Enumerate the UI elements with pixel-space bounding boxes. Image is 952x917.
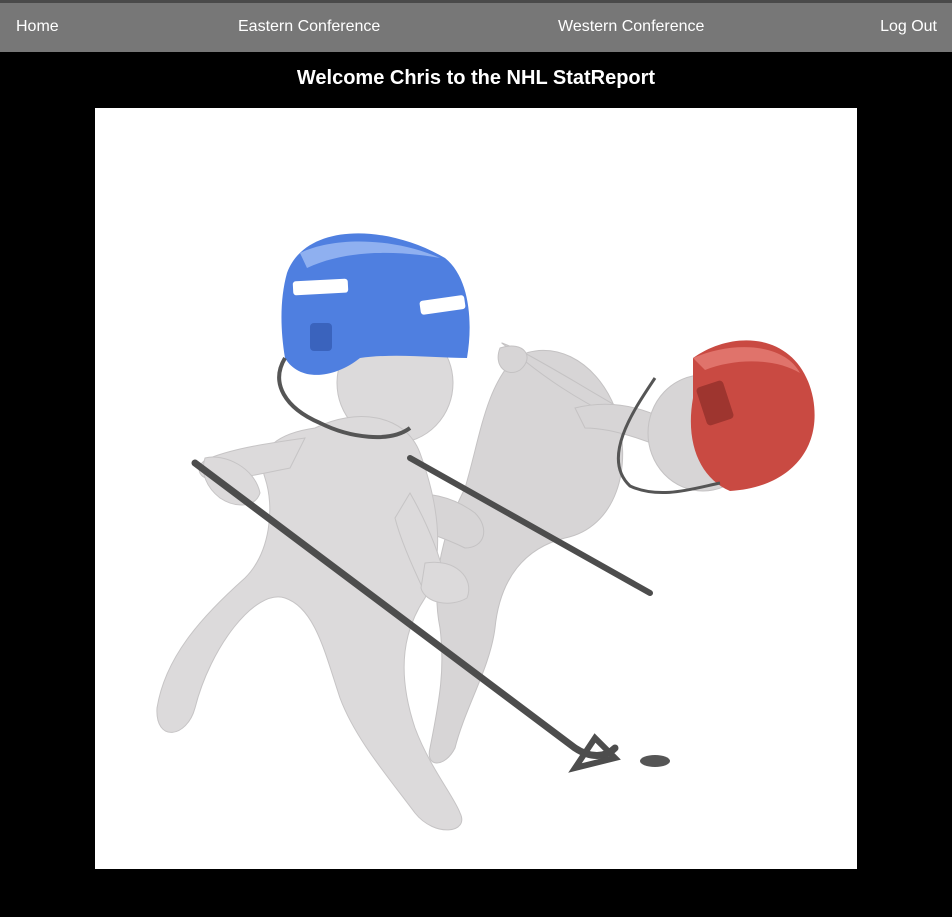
hockey-puck (640, 755, 670, 767)
left-player-figure (156, 322, 470, 831)
hero-image (95, 108, 857, 869)
nav-eastern-conference-link[interactable]: Eastern Conference (238, 18, 380, 36)
page-title: Welcome Chris to the NHL StatReport (296, 67, 656, 89)
nav-home-link[interactable]: Home (16, 18, 59, 36)
top-nav-bar: Home Eastern Conference Western Conferen… (0, 0, 952, 52)
nav-western-conference-link[interactable]: Western Conference (558, 18, 704, 36)
hockey-players-illustration (156, 233, 815, 831)
log-out-link[interactable]: Log Out (880, 18, 937, 36)
